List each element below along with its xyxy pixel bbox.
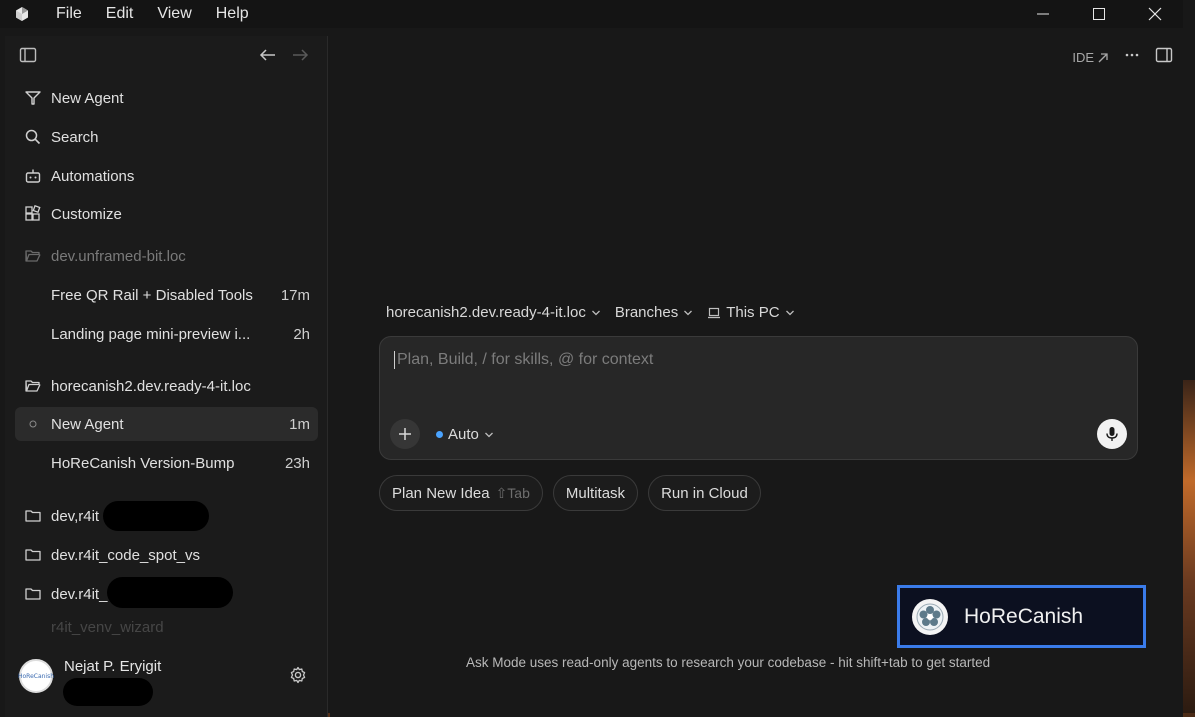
redaction-mark <box>103 501 209 531</box>
sidebar-item-label: Search <box>51 128 99 146</box>
workspace-r4it-venv-wizard[interactable]: r4it_venv_wizard <box>15 616 318 638</box>
forward-arrow-icon[interactable] <box>291 46 309 69</box>
external-arrow-icon <box>1098 52 1108 62</box>
folder-open-icon <box>15 247 51 265</box>
gear-icon[interactable] <box>289 666 307 689</box>
blocks-icon <box>15 205 51 223</box>
plus-icon <box>399 428 411 440</box>
app-logo-icon <box>0 0 44 28</box>
prompt-input[interactable]: Plan, Build, / for skills, @ for context <box>394 351 653 369</box>
workspace-dev-unframed-bit[interactable]: dev.unframed-bit.loc <box>15 239 318 273</box>
chip-label: Run in Cloud <box>661 484 748 502</box>
redaction-mark <box>107 577 233 608</box>
agent-item[interactable]: Free QR Rail + Disabled Tools 17m <box>15 278 318 312</box>
agent-time: 23h <box>284 454 310 472</box>
chip-label: Plan New Idea <box>392 484 490 502</box>
agent-time: 17m <box>280 286 310 304</box>
minimize-button[interactable] <box>1015 0 1071 28</box>
sidebar-item-label: Automations <box>51 167 135 185</box>
microphone-icon <box>1106 427 1118 441</box>
back-arrow-icon[interactable] <box>259 46 277 69</box>
menu-view[interactable]: View <box>145 0 203 28</box>
run-in-cloud-button[interactable]: Run in Cloud <box>648 475 761 511</box>
machine-selector[interactable]: This PC <box>707 304 794 321</box>
workspace-horecanish2[interactable]: horecanish2.dev.ready-4-it.loc <box>15 369 318 403</box>
chip-label: Multitask <box>565 484 626 502</box>
agent-item[interactable]: Landing page mini-preview i... 2h <box>15 317 318 351</box>
branches-selector[interactable]: Branches <box>615 304 693 321</box>
panel-toggle-icon[interactable] <box>1155 46 1173 69</box>
sidebar: New Agent Search Automations Customize d… <box>5 36 328 717</box>
mode-status-dot <box>436 431 443 438</box>
chevron-down-icon <box>785 310 794 315</box>
workspace-selector-label: horecanish2.dev.ready-4-it.loc <box>386 304 586 321</box>
horecanish-logo-icon <box>912 598 948 635</box>
horecanish-badge: HoReCanish <box>897 585 1146 648</box>
agent-title: Landing page mini-preview i... <box>51 325 251 343</box>
multitask-button[interactable]: Multitask <box>552 475 639 511</box>
close-button[interactable] <box>1127 0 1183 28</box>
workspace-selector[interactable]: horecanish2.dev.ready-4-it.loc <box>386 304 601 321</box>
agent-title: HoReCanish Version-Bump <box>51 454 235 472</box>
workspace-label: horecanish2.dev.ready-4-it.loc <box>51 377 251 395</box>
workspace-label: dev.r4it_code_spot_vs <box>51 546 200 564</box>
chevron-down-icon <box>684 310 693 315</box>
folder-icon <box>15 507 51 525</box>
sidebar-item-automations[interactable]: Automations <box>15 159 318 193</box>
chevron-down-icon <box>484 432 493 437</box>
mode-selector[interactable]: Auto <box>436 426 494 443</box>
agent-time: 2h <box>293 325 310 343</box>
robot-icon <box>15 167 51 185</box>
new-agent-icon <box>15 89 51 107</box>
microphone-button[interactable] <box>1097 419 1127 449</box>
prompt-composer[interactable]: Plan, Build, / for skills, @ for context… <box>379 336 1138 460</box>
agent-time: 1m <box>289 415 310 433</box>
sidebar-toggle-icon[interactable] <box>19 46 37 69</box>
user-name: Nejat P. Eryigit <box>64 658 162 675</box>
workspace-label: dev.unframed-bit.loc <box>51 247 186 265</box>
workspace-dev-r4it-code-spot[interactable]: dev.r4it_code_spot_vs <box>15 538 318 572</box>
menu-help[interactable]: Help <box>204 0 261 28</box>
sidebar-item-new-agent[interactable]: New Agent <box>15 81 318 115</box>
workspace-label: r4it_venv_wizard <box>51 618 164 636</box>
laptop-icon <box>708 307 721 318</box>
sidebar-item-search[interactable]: Search <box>15 120 318 154</box>
folder-open-icon <box>15 377 51 395</box>
branches-label: Branches <box>614 304 679 321</box>
folder-icon <box>15 546 51 564</box>
ide-label: IDE <box>1072 50 1094 65</box>
chevron-down-icon <box>591 310 600 315</box>
plan-new-idea-button[interactable]: Plan New Idea ⇧Tab <box>379 475 543 511</box>
menu-file[interactable]: File <box>44 0 94 28</box>
horecanish-badge-label: HoReCanish <box>964 604 1084 628</box>
add-context-button[interactable] <box>390 419 420 449</box>
status-dot-icon <box>15 419 51 429</box>
user-profile[interactable]: HoReCanish Nejat P. Eryigit <box>18 654 319 706</box>
more-options-icon[interactable] <box>1123 46 1141 69</box>
agent-title: Free QR Rail + Disabled Tools <box>51 286 253 304</box>
shortcut-hint: ⇧Tab <box>495 484 530 501</box>
sidebar-item-customize[interactable]: Customize <box>15 197 318 231</box>
agent-item[interactable]: HoReCanish Version-Bump 23h <box>15 446 318 480</box>
desktop-background-strip <box>1183 380 1195 717</box>
agent-title: New Agent <box>51 415 124 433</box>
folder-icon <box>15 585 51 603</box>
mode-label: Auto <box>448 426 479 443</box>
title-bar: File Edit View Help <box>0 0 1183 28</box>
avatar: HoReCanish <box>18 659 54 693</box>
menu-edit[interactable]: Edit <box>94 0 146 28</box>
machine-label: This PC <box>726 304 780 321</box>
sidebar-item-label: Customize <box>51 205 122 223</box>
agent-item-active[interactable]: New Agent 1m <box>15 407 318 441</box>
search-icon <box>15 128 51 146</box>
redaction-mark <box>63 678 153 706</box>
maximize-button[interactable] <box>1071 0 1127 28</box>
ask-mode-tip-text: Ask Mode uses read-only agents to resear… <box>466 655 991 670</box>
ide-link[interactable]: IDE <box>1072 50 1109 65</box>
sidebar-item-label: New Agent <box>51 89 124 107</box>
